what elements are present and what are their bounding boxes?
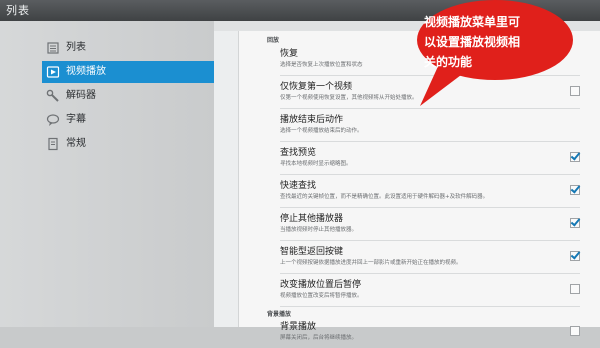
- sidebar-nav: 列表 视频播放 解码器 字幕 常规: [42, 37, 214, 157]
- setting-desc: 选择是否恢复上次播放位置和状态: [280, 62, 363, 68]
- window-title: 列表: [6, 4, 30, 17]
- setting-row-stop-other-players[interactable]: 停止其他播放器 当播放视频时停止其他播放器。: [280, 208, 580, 241]
- setting-row-pause-after-seek[interactable]: 改变播放位置后暂停 视频播放位置改变后将暂停播放。: [280, 274, 580, 307]
- seek-preview-checkbox[interactable]: [570, 152, 580, 162]
- setting-row-fast-seek[interactable]: 快速查找 查找最近的关键帧位置，而不是精确位置。此设置适用于硬件解码器+及软件解…: [280, 175, 580, 208]
- callout-line: 关的功能: [424, 55, 473, 69]
- setting-desc: 视频播放位置改变后将暂停播放。: [280, 293, 363, 299]
- speech-bubble-icon: [46, 113, 60, 127]
- wrench-icon: [46, 89, 60, 103]
- sidebar-item-label: 解码器: [66, 90, 96, 101]
- setting-desc: 屏幕关闭后，后台将继续播放。: [280, 335, 358, 341]
- setting-desc: 查找最近的关键帧位置，而不是精确位置。此设置适用于硬件解码器+及软件解码器。: [280, 194, 489, 200]
- setting-desc: 当播放视频时停止其他播放器。: [280, 227, 358, 233]
- setting-row-seek-preview[interactable]: 查找预览 寻找本地视频时显示缩略图。: [280, 142, 580, 175]
- callout-line: 视频播放菜单里可: [424, 15, 521, 29]
- callout-text: 视频播放菜单里可 以设置播放视频相 关的功能: [424, 12, 574, 72]
- document-icon: [46, 137, 60, 151]
- setting-row-background-playback[interactable]: 背景播放 屏幕关闭后，后台将继续播放。: [280, 316, 580, 348]
- setting-row-smart-back[interactable]: 智能型返回按键 上一个视频按键依据播放进度并回上一部影片或重新开始正在播放的视频…: [280, 241, 580, 274]
- setting-title: 改变播放位置后暂停: [280, 280, 362, 290]
- setting-title: 智能型返回按键: [280, 247, 344, 257]
- list-icon: [46, 41, 60, 55]
- setting-title: 仅恢复第一个视频: [280, 82, 353, 92]
- play-icon: [46, 65, 60, 79]
- sidebar-item-decoder[interactable]: 解码器: [42, 85, 214, 107]
- sidebar-item-list[interactable]: 列表: [42, 37, 214, 59]
- sidebar-item-general[interactable]: 常规: [42, 133, 214, 155]
- smart-back-checkbox[interactable]: [570, 251, 580, 261]
- setting-title: 查找预览: [280, 148, 317, 158]
- setting-desc: 选择一个视频播放结束后的动作。: [280, 128, 363, 134]
- sidebar-item-label: 视频播放: [66, 66, 106, 77]
- callout-line: 以设置播放视频相: [424, 35, 521, 49]
- sidebar-item-subtitles[interactable]: 字幕: [42, 109, 214, 131]
- sidebar-item-label: 字幕: [66, 114, 86, 125]
- pause-after-seek-checkbox[interactable]: [570, 284, 580, 294]
- setting-desc: 上一个视频按键依据播放进度并回上一部影片或重新开始正在播放的视频。: [280, 260, 462, 266]
- setting-row-end-action[interactable]: 播放结束后动作 选择一个视频播放结束后的动作。: [280, 109, 580, 142]
- setting-title: 背景播放: [280, 322, 317, 332]
- setting-title: 快速查找: [280, 181, 317, 191]
- fast-seek-checkbox[interactable]: [570, 185, 580, 195]
- sidebar: 列表 视频播放 解码器 字幕 常规: [0, 21, 214, 327]
- background-playback-checkbox[interactable]: [570, 326, 580, 336]
- stop-other-players-checkbox[interactable]: [570, 218, 580, 228]
- setting-desc: 寻找本地视频时显示缩略图。: [280, 161, 352, 167]
- sidebar-item-video-playback[interactable]: 视频播放: [42, 61, 214, 83]
- setting-title: 停止其他播放器: [280, 214, 344, 224]
- sidebar-item-label: 列表: [66, 42, 86, 53]
- sidebar-item-label: 常规: [66, 138, 86, 149]
- setting-title: 恢复: [280, 49, 299, 59]
- setting-title: 播放结束后动作: [280, 115, 344, 125]
- section-header-playback: 回放: [267, 37, 280, 44]
